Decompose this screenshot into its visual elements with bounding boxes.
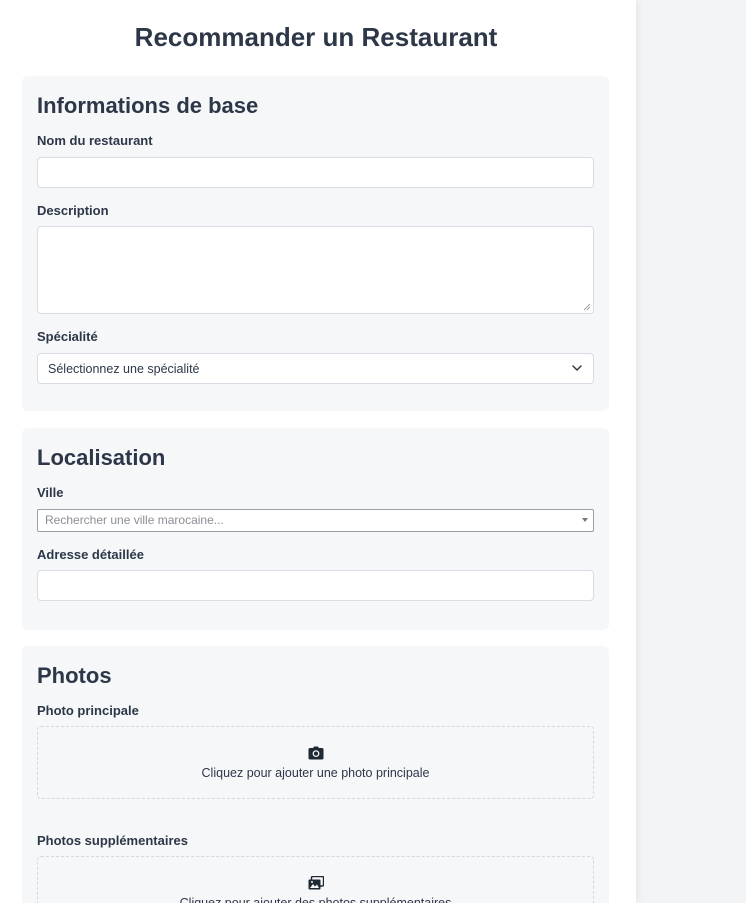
caret-down-icon — [582, 518, 588, 522]
main-photo-prompt: Cliquez pour ajouter une photo principal… — [201, 766, 430, 780]
section-title-location: Localisation — [37, 445, 166, 470]
address-input[interactable] — [37, 570, 594, 601]
recommend-form: Recommander un Restaurant Informations d… — [0, 0, 636, 903]
main-photo-upload-zone[interactable]: Cliquez pour ajouter une photo principal… — [37, 726, 594, 799]
section-basic-info: Informations de base Nom du restaurant D… — [22, 76, 609, 411]
city-search-placeholder: Rechercher une ville marocaine... — [45, 513, 224, 527]
extra-photos-prompt: Cliquez pour ajouter des photos suppléme… — [179, 896, 452, 903]
city-label: Ville — [37, 485, 64, 500]
section-title-basic-info: Informations de base — [37, 93, 259, 118]
description-label: Description — [37, 203, 109, 218]
main-photo-label: Photo principale — [37, 703, 139, 718]
page-title: Recommander un Restaurant — [134, 22, 498, 52]
camera-icon — [308, 746, 324, 760]
page: Recommander un Restaurant Informations d… — [0, 0, 746, 903]
section-photos: Photos Photo principale Cliquez pour ajo… — [22, 646, 609, 903]
section-location: Localisation Ville Rechercher une ville … — [22, 428, 609, 630]
resize-grip-icon[interactable] — [583, 303, 591, 311]
restaurant-name-label: Nom du restaurant — [37, 133, 153, 148]
section-title-photos: Photos — [37, 663, 112, 688]
specialty-select[interactable]: Sélectionnez une spécialité — [37, 353, 594, 384]
city-search-select[interactable]: Rechercher une ville marocaine... — [37, 509, 594, 532]
specialty-selected-value: Sélectionnez une spécialité — [48, 362, 200, 376]
extra-photos-upload-zone[interactable]: Cliquez pour ajouter des photos suppléme… — [37, 856, 594, 903]
address-label: Adresse détaillée — [37, 547, 144, 562]
restaurant-name-input[interactable] — [37, 157, 594, 188]
specialty-label: Spécialité — [37, 329, 98, 344]
chevron-down-icon — [572, 365, 582, 371]
description-textarea[interactable] — [37, 226, 594, 314]
extra-photos-label: Photos supplémentaires — [37, 833, 188, 848]
images-icon — [308, 876, 324, 890]
